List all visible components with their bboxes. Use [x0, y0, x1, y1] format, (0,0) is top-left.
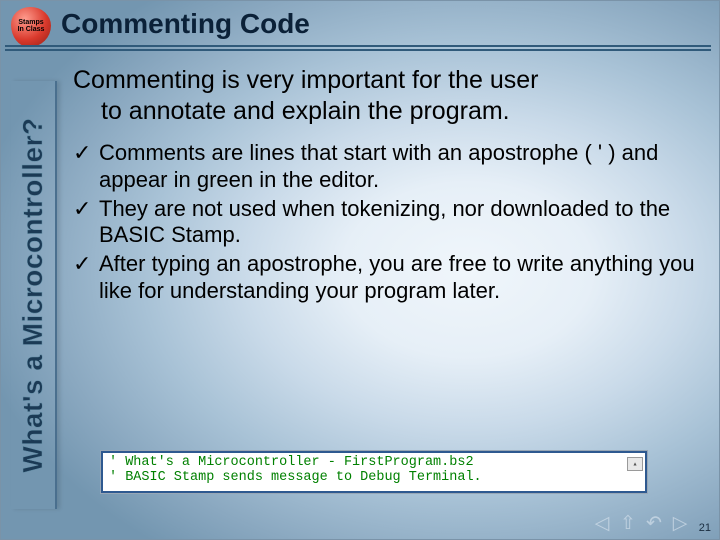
bullet-list: ✓ Comments are lines that start with an …: [67, 140, 697, 305]
check-icon: ✓: [73, 140, 91, 167]
bullet-item: ✓ After typing an apostrophe, you are fr…: [73, 251, 697, 305]
left-sidebar: What's a Microcontroller?: [11, 81, 57, 509]
badge-line1: Stamps: [18, 19, 43, 26]
bullet-item: ✓ They are not used when tokenizing, nor…: [73, 196, 697, 250]
left-sidebar-text: What's a Microcontroller?: [17, 117, 49, 472]
bullet-text: Comments are lines that start with an ap…: [99, 140, 658, 192]
bullet-text: They are not used when tokenizing, nor d…: [99, 196, 670, 248]
title-underline-secondary: [5, 49, 711, 51]
badge-line2: In Class: [18, 26, 45, 33]
intro-line1: Commenting is very important for the use…: [73, 66, 538, 94]
slide-title: Commenting Code: [61, 8, 310, 39]
check-icon: ✓: [73, 251, 91, 278]
check-icon: ✓: [73, 196, 91, 223]
nav-next-icon[interactable]: ▷: [669, 513, 691, 533]
code-line: ' BASIC Stamp sends message to Debug Ter…: [109, 470, 639, 485]
nav-controls: ◁ ⇧ ↶ ▷: [591, 513, 691, 533]
title-underline: [5, 45, 711, 47]
scroll-up-icon[interactable]: ▴: [627, 457, 643, 471]
code-line: ' What's a Microcontroller - FirstProgra…: [109, 455, 639, 470]
intro-line2: to annotate and explain the program.: [73, 96, 691, 127]
nav-back-icon[interactable]: ↶: [643, 513, 665, 533]
badge-text: Stamps In Class: [15, 19, 47, 33]
bullet-item: ✓ Comments are lines that start with an …: [73, 140, 697, 194]
title-bar: Commenting Code: [61, 8, 711, 46]
content-area: Commenting is very important for the use…: [67, 65, 697, 307]
nav-prev-icon[interactable]: ◁: [591, 513, 613, 533]
slide: Stamps In Class What's a Microcontroller…: [0, 0, 720, 540]
intro-text: Commenting is very important for the use…: [73, 65, 691, 126]
bullet-text: After typing an apostrophe, you are free…: [99, 251, 695, 303]
page-number: 21: [697, 521, 713, 535]
nav-up-icon[interactable]: ⇧: [617, 513, 639, 533]
code-snippet: ' What's a Microcontroller - FirstProgra…: [101, 451, 647, 493]
